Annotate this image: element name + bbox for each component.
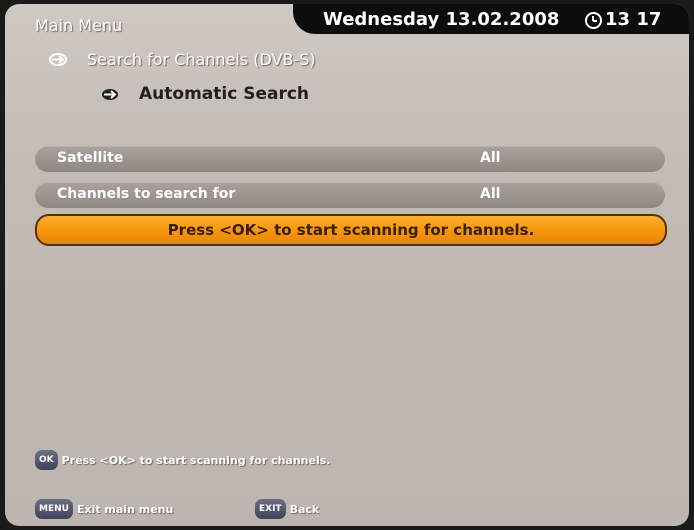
time-display: 13 17 [605,9,662,30]
top-bar: Main Menu Wednesday 13.02.2008 13 17 [5,4,689,38]
back-label: Back [289,502,320,516]
start-scan-label: Press <OK> to start scanning for channel… [167,221,535,239]
back-button[interactable]: EXIT Back [255,499,319,519]
breadcrumb-level2-label: Automatic Search [139,84,310,104]
satellite-setting-row[interactable]: Satellite All [35,146,665,172]
arrow-right-icon [49,53,67,66]
setting-value: All [480,186,501,202]
breadcrumb-level1: Search for Channels (DVB-S) [49,50,316,69]
setting-label: Channels to search for [57,186,236,202]
exit-main-menu-label: Exit main menu [76,502,174,516]
page-title: Main Menu [35,16,123,35]
setting-value: All [480,150,501,166]
tv-menu-screen: Main Menu Wednesday 13.02.2008 13 17 Sea… [5,4,689,526]
hint-text: Press <OK> to start scanning for channel… [61,453,331,467]
help-hint: OK Press <OK> to start scanning for chan… [35,450,330,470]
ok-key-icon: OK [35,450,58,470]
breadcrumb-level1-label: Search for Channels (DVB-S) [87,50,316,69]
setting-label: Satellite [57,150,124,166]
arrow-right-icon [101,88,119,101]
datetime-box: Wednesday 13.02.2008 13 17 [293,4,689,34]
exit-main-menu-button[interactable]: MENU Exit main menu [35,499,173,519]
clock-icon [585,12,602,29]
menu-key-icon: MENU [35,499,73,519]
date-display: Wednesday 13.02.2008 [323,9,560,30]
start-scan-button[interactable]: Press <OK> to start scanning for channel… [35,214,667,246]
breadcrumb-level2: Automatic Search [101,84,309,104]
channels-setting-row[interactable]: Channels to search for All [35,182,665,208]
exit-key-icon: EXIT [255,499,286,519]
